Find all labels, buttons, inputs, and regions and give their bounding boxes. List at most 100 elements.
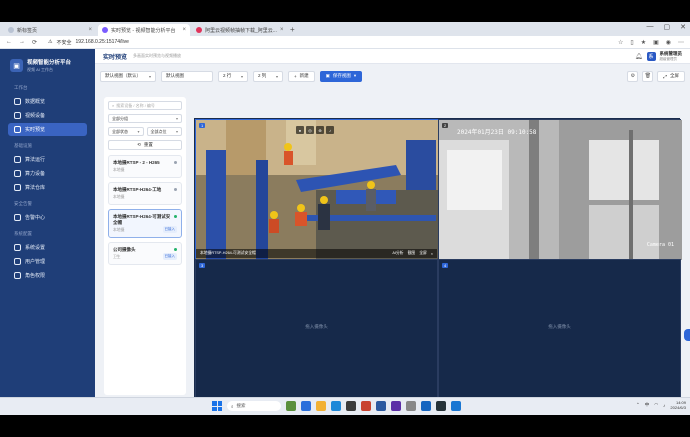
settings-gear-icon[interactable]: ⚙ [627, 70, 639, 82]
app-icon[interactable] [421, 401, 431, 411]
windows-start-icon[interactable] [212, 401, 222, 411]
browser-window: 新标签页 × 实时预览 - 视频智能分析平台 × 阿里云视频帧抽帧下载_阿里云.… [0, 22, 690, 397]
status-filter-value: 全部状态 [112, 128, 128, 134]
toolbar-right: ⚙ 🗑︎ ⤢ 全屏 [627, 70, 685, 82]
cols-select[interactable]: 2 列 ▾ [253, 70, 283, 82]
camera-list-item[interactable]: 公司摄像头 卫生 已接入 [108, 242, 182, 265]
file-explorer-icon[interactable] [316, 401, 326, 411]
save-view-button[interactable]: ▣ 保存视图 ▾ [319, 70, 363, 82]
reset-button[interactable]: ⟲ 重置 [108, 140, 182, 150]
office-camera-feed [439, 120, 682, 260]
tab-favicon-icon [196, 27, 202, 33]
app-icon[interactable] [406, 401, 416, 411]
video-cell-3[interactable]: 3 拖入摄像头 [195, 259, 438, 397]
reload-icon[interactable]: ⟳ [32, 39, 37, 46]
maximize-button[interactable]: ▢ [664, 23, 671, 31]
rows-select[interactable]: 2 行 ▾ [218, 70, 248, 82]
point-filter-select[interactable]: 全部点位 ▾ [146, 127, 182, 136]
search-placeholder: 搜索设备 / 名称 / 编号 [116, 102, 155, 108]
app-icon[interactable] [361, 401, 371, 411]
close-icon[interactable]: × [431, 252, 433, 256]
ai-analyze-button[interactable]: AI分析 [392, 251, 403, 256]
new-view-button[interactable]: + 新建 [288, 70, 315, 82]
delete-icon[interactable]: 🗑︎ [642, 70, 654, 82]
close-window-button[interactable]: ✕ [680, 23, 686, 31]
camera-list-item[interactable]: 本地摄RTSP-H264-可测试安全帽 本地摄 已接入 [108, 209, 182, 238]
terminal-icon[interactable] [436, 401, 446, 411]
more-icon[interactable]: ⋯ [678, 39, 684, 46]
clock[interactable]: 14:09 2024/6/3 [670, 400, 686, 410]
cell-fullscreen-button[interactable]: 全屏 [419, 251, 427, 256]
status-dot-icon [174, 188, 177, 191]
widgets-icon[interactable] [286, 401, 296, 411]
sidebar-toggle-icon[interactable]: ▯ [630, 39, 633, 46]
browser-tab-1[interactable]: 新标签页 × [4, 24, 96, 36]
forward-icon[interactable]: → [19, 39, 25, 45]
taskbar-search[interactable]: ⌕ 搜索 [227, 401, 281, 411]
sidebar-nav-item[interactable]: 角色权限 [8, 269, 87, 282]
view-select[interactable]: 默认视图（默认） ▾ [100, 70, 156, 82]
star-icon[interactable]: ☆ [618, 39, 623, 46]
video-cell-2[interactable]: 2 2024年01月23日 09:10:58 Camera 01 [438, 119, 682, 260]
tab-close-icon[interactable]: × [88, 27, 92, 33]
view-name-input[interactable]: 默认视图 [161, 70, 213, 82]
app-icon[interactable] [376, 401, 386, 411]
url-field[interactable]: ⚠ 不安全 192.168.0.25:15174/live [44, 38, 611, 47]
group-filter-select[interactable]: 全部分组 ▾ [108, 114, 182, 123]
browser-tab-3[interactable]: 阿里云视频帧抽帧下载_阿里云... × [192, 24, 284, 36]
camera-location: 本地摄 [113, 168, 125, 172]
sidebar-nav-item[interactable]: 数据概览 [8, 95, 87, 108]
user-menu[interactable]: 🔔︎ 系 系统管理员 超级管理员 [635, 51, 682, 62]
nav-item-label: 算力设备 [25, 171, 46, 177]
network-icon[interactable]: ◠ [654, 402, 658, 408]
video-cell-4[interactable]: 4 拖入摄像头 [438, 259, 681, 397]
tab-close-icon[interactable]: × [280, 27, 284, 33]
new-tab-button[interactable]: + [286, 24, 299, 36]
fullscreen-button[interactable]: ⤢ 全屏 [657, 70, 685, 82]
task-view-icon[interactable] [301, 401, 311, 411]
collections-icon[interactable]: ▣ [653, 39, 659, 46]
sidebar-nav-item[interactable]: 系统设置 [8, 241, 87, 254]
device-search-input[interactable]: ⌕ 搜索设备 / 名称 / 编号 [108, 101, 182, 110]
ime-indicator[interactable]: 中 [645, 402, 650, 408]
screenshot-button[interactable]: 截图 [408, 251, 416, 256]
nav-item-icon [14, 126, 21, 133]
sidebar-nav-item[interactable]: 算法仓库 [8, 181, 87, 194]
video-controls: ● ◎ ⊕ ♪ [296, 126, 334, 134]
sidebar-nav-item[interactable]: 告警中心 [8, 211, 87, 224]
camera-list-item[interactable]: 本地摄RTSP - 2 - H265 本地摄 [108, 155, 182, 178]
chevron-down-icon: ▾ [175, 116, 178, 121]
sidebar-nav-item[interactable]: 视频设备 [8, 109, 87, 122]
status-filter-select[interactable]: 全部状态 ▾ [108, 127, 144, 136]
back-icon[interactable]: ← [6, 39, 12, 45]
app-icon[interactable] [451, 401, 461, 411]
nav-item-icon [14, 272, 21, 279]
sidebar-nav-item[interactable]: 算力设备 [8, 167, 87, 180]
snapshot-icon[interactable]: ◎ [306, 126, 314, 134]
record-icon[interactable]: ● [296, 126, 304, 134]
camera-list-item[interactable]: 本地摄RTSP-H264-工地 本地摄 [108, 182, 182, 205]
favorites-icon[interactable]: ★ [641, 39, 646, 46]
mute-icon[interactable]: ♪ [326, 126, 334, 134]
sidebar-nav-item[interactable]: 算法运行 [8, 153, 87, 166]
user-name: 系统管理员 [659, 50, 683, 56]
browser-tab-2[interactable]: 实时预览 - 视频智能分析平台 × [98, 24, 190, 36]
side-panel-handle[interactable] [684, 329, 690, 341]
sidebar-nav-item[interactable]: 用户管理 [8, 255, 87, 268]
video-cell-1[interactable]: 1 ● ◎ ⊕ ♪ 本地摄RTSP-H264-可测试安全帽 AI分析 截图 全屏… [195, 119, 439, 260]
bell-icon[interactable]: 🔔︎ [635, 53, 643, 60]
zoom-icon[interactable]: ⊕ [316, 126, 324, 134]
chevron-up-icon[interactable]: ⌃ [636, 402, 640, 408]
sidebar-nav-item[interactable]: 实时预览 [8, 123, 87, 136]
tab-close-icon[interactable]: × [182, 27, 186, 33]
status-dot-icon [174, 248, 177, 251]
edge-browser-icon[interactable] [331, 401, 341, 411]
nav-item-label: 实时预览 [25, 127, 46, 133]
app-icon[interactable] [391, 401, 401, 411]
camera-name: 本地摄RTSP-H264-工地 [113, 187, 162, 192]
app-icon[interactable] [346, 401, 356, 411]
rows-value: 2 行 [223, 73, 232, 78]
volume-icon[interactable]: ♪ [663, 403, 665, 408]
profile-icon[interactable]: ◉ [666, 39, 671, 46]
minimize-button[interactable]: — [647, 23, 654, 31]
